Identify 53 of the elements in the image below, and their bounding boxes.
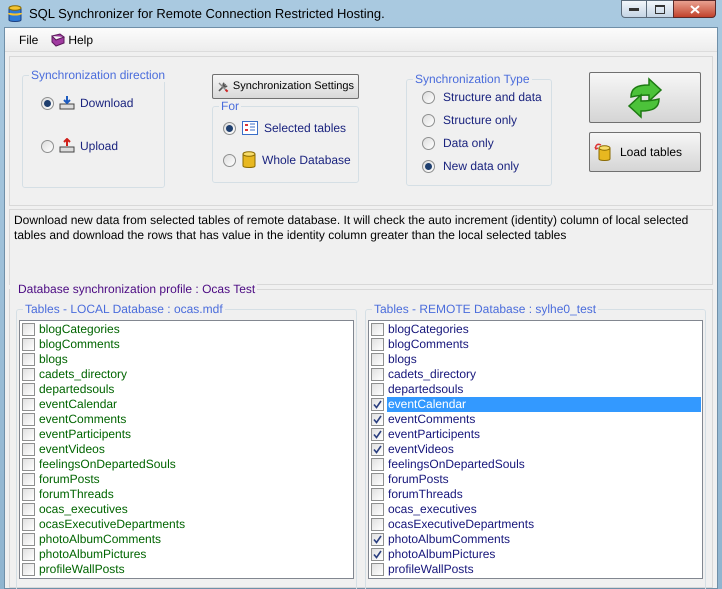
- table-name[interactable]: feelingsOnDepartedSouls: [387, 457, 701, 472]
- menu-item[interactable]: File: [19, 30, 38, 48]
- settings-button[interactable]: Synchronization Settings: [212, 74, 359, 99]
- table-name[interactable]: ocas_executives: [38, 502, 352, 517]
- table-name[interactable]: eventVideos: [387, 442, 701, 457]
- table-name[interactable]: eventComments: [387, 412, 701, 427]
- option-label: Upload: [80, 138, 118, 155]
- table-name[interactable]: blogComments: [38, 337, 352, 352]
- table-name[interactable]: forumThreads: [387, 487, 701, 502]
- group-title: Tables - LOCAL Database : ocas.mdf: [23, 302, 225, 316]
- table-name[interactable]: profileWallPosts: [387, 562, 701, 577]
- group-title: Tables - REMOTE Database : sylhe0_test: [372, 302, 598, 316]
- option-label: Download: [80, 95, 134, 112]
- option-label: Whole Database: [262, 152, 351, 169]
- table-name[interactable]: ocasExecutiveDepartments: [387, 517, 701, 532]
- table-name[interactable]: cadets_directory: [38, 367, 352, 382]
- table-name[interactable]: photoAlbumComments: [387, 532, 701, 547]
- table-name[interactable]: blogCategories: [387, 322, 701, 337]
- group-title: For: [219, 99, 241, 113]
- table-name[interactable]: eventComments: [38, 412, 352, 427]
- option-label: New data only: [443, 158, 520, 175]
- table-name[interactable]: forumThreads: [38, 487, 352, 502]
- table-name[interactable]: blogs: [387, 352, 701, 367]
- table-name[interactable]: cadets_directory: [387, 367, 701, 382]
- table-name[interactable]: departedsouls: [387, 382, 701, 397]
- table-name[interactable]: photoAlbumPictures: [387, 547, 701, 562]
- table-name[interactable]: ocas_executives: [387, 502, 701, 517]
- table-name[interactable]: eventParticipents: [38, 427, 352, 442]
- table-name[interactable]: ocasExecutiveDepartments: [38, 517, 352, 532]
- description-text: Download new data from selected tables of remote database. It will check the auto increment (identity) column of local selected tables and download the rows that has value in the identity column greater than the local selected tables: [14, 213, 690, 243]
- option-label: Structure and data: [443, 89, 542, 106]
- table-name[interactable]: photoAlbumComments: [38, 532, 352, 547]
- table-name[interactable]: departedsouls: [38, 382, 352, 397]
- table-name[interactable]: blogCategories: [38, 322, 352, 337]
- option-label: Data only: [443, 135, 494, 152]
- table-name[interactable]: blogs: [38, 352, 352, 367]
- table-name[interactable]: forumPosts: [38, 472, 352, 487]
- load-tables-button[interactable]: Load tables: [589, 132, 701, 172]
- group-title: Synchronization Type: [413, 72, 532, 86]
- menu-item[interactable]: Help: [50, 30, 94, 48]
- table-name[interactable]: feelingsOnDepartedSouls: [38, 457, 352, 472]
- option-label: Selected tables: [264, 120, 346, 137]
- window-title: SQL Synchronizer for Remote Connection Restricted Hosting.: [29, 4, 386, 23]
- table-name[interactable]: blogComments: [387, 337, 701, 352]
- table-name[interactable]: eventParticipents: [387, 427, 701, 442]
- profile-title: Database synchronization profile : Ocas Test: [10, 282, 258, 297]
- option-label: Structure only: [443, 112, 518, 129]
- group-title: Synchronization direction: [29, 68, 168, 82]
- table-name[interactable]: eventCalendar: [38, 397, 352, 412]
- table-name[interactable]: photoAlbumPictures: [38, 547, 352, 562]
- table-name[interactable]: forumPosts: [387, 472, 701, 487]
- table-name[interactable]: eventVideos: [38, 442, 352, 457]
- table-name[interactable]: profileWallPosts: [38, 562, 352, 577]
